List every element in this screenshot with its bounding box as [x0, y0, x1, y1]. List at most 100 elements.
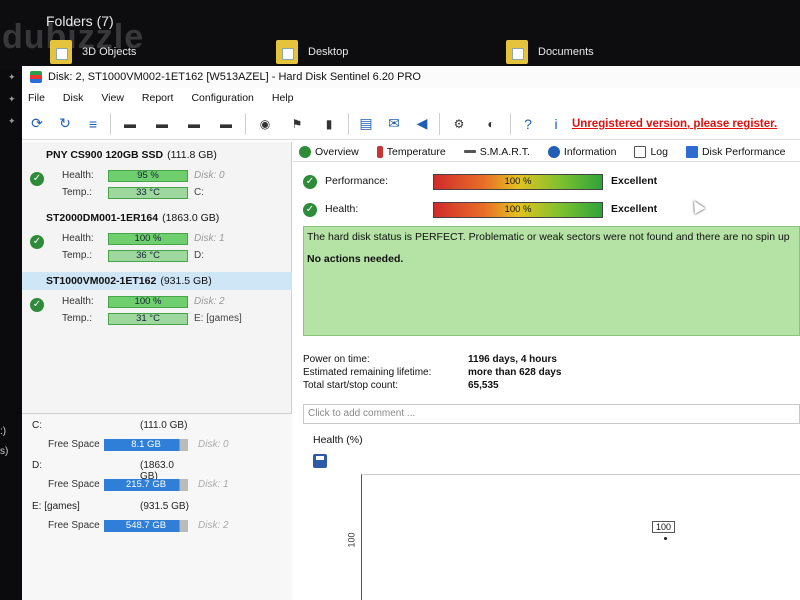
volume-free-row: Free Space 215.7 GB Disk: 1 — [22, 478, 292, 494]
disk-size: (1863.0 GB) — [162, 212, 220, 224]
drive-letter: E: [games] — [194, 313, 242, 324]
volume-free-row: Free Space 548.7 GB Disk: 2 — [22, 519, 292, 535]
lifetime-line: Estimated remaining lifetime: more than … — [303, 367, 561, 378]
volume-name: E: [games] — [32, 501, 80, 512]
graph-y-label: 100 — [346, 532, 357, 548]
menu-report[interactable]: Report — [142, 92, 174, 104]
tab-label: S.M.A.R.T. — [479, 145, 530, 158]
free-space-bar: 8.1 GB — [104, 439, 188, 451]
health-bar: 100 % — [108, 296, 188, 308]
save-icon[interactable] — [313, 454, 327, 468]
folder-documents[interactable]: Documents — [506, 40, 594, 64]
volume-list: C: (111.0 GB) Free Space 8.1 GB Disk: 0 … — [22, 413, 292, 600]
toolbar-separator — [510, 112, 511, 135]
drive-letter: C: — [194, 187, 204, 198]
temp-bar: 33 °C — [108, 187, 188, 199]
volume-header[interactable]: C: (111.0 GB) — [32, 420, 192, 431]
report-icon[interactable]: ▤ — [355, 113, 377, 135]
menu-file[interactable]: File — [28, 92, 45, 104]
drive-search-icon[interactable]: ▬ — [213, 113, 239, 135]
tab-label: Information — [563, 145, 617, 158]
check-icon — [299, 145, 311, 158]
disk-index: Disk: 0 — [194, 170, 225, 181]
megaphone-icon[interactable]: ◀ — [411, 113, 433, 135]
tab-smart[interactable]: S.M.A.R.T. — [458, 146, 530, 158]
health-metric: Health: 100 % Disk: 1 — [22, 231, 292, 247]
toolbar: ⟳ ↻ ≡ ▬ ▬ ▬ ▬ ◉ ⚑ ▮ ▤ ✉ ◀ ⚙ ◐ ? i Unregi… — [22, 108, 800, 140]
health-label: Health: — [62, 296, 94, 307]
tab-label: Temperature — [386, 145, 446, 158]
thermometer-icon — [376, 145, 383, 158]
volume-disk: Disk: 2 — [198, 520, 229, 531]
free-space-label: Free Space — [48, 520, 100, 531]
tab-log[interactable]: Log — [628, 145, 668, 158]
list-icon[interactable]: ≡ — [82, 113, 104, 135]
globe-icon[interactable]: ◉ — [252, 113, 278, 135]
volume-header[interactable]: D: (1863.0 GB) — [32, 460, 192, 482]
unregistered-link[interactable]: Unregistered version, please register. — [572, 118, 777, 130]
health-label: Health: — [62, 233, 94, 244]
pin-icon: ✦ — [8, 116, 16, 126]
drive-test-icon[interactable]: ▬ — [181, 113, 207, 135]
health-bar: 95 % — [108, 170, 188, 182]
volume-free-row: Free Space 8.1 GB Disk: 0 — [22, 438, 292, 454]
toolbar-separator — [110, 112, 111, 135]
graph-point — [664, 537, 667, 540]
health-bar: 100 % — [108, 233, 188, 245]
tab-disk-performance[interactable]: Disk Performance — [680, 145, 785, 158]
temp-label: Temp.: — [62, 187, 93, 198]
server-icon[interactable]: ▮ — [316, 113, 342, 135]
drive-letter: D: — [194, 250, 204, 261]
window-title: Disk: 2, ST1000VM002-1ET162 [W513AZEL] -… — [48, 71, 421, 83]
lifetime-value: more than 628 days — [468, 367, 562, 378]
temp-label: Temp.: — [62, 250, 93, 261]
network-icon[interactable]: ⚑ — [284, 113, 310, 135]
info-icon[interactable]: i — [545, 113, 567, 135]
folder-label: Documents — [538, 46, 594, 58]
disk-index: Disk: 1 — [194, 233, 225, 244]
drive-scan-icon[interactable]: ▬ — [149, 113, 175, 135]
menu-disk[interactable]: Disk — [63, 92, 83, 104]
explorer-background: dubizzle Folders (7) 3D Objects Desktop … — [0, 0, 800, 70]
disk-item-1[interactable]: ST2000DM001-1ER164 (1863.0 GB) ✓ Health:… — [22, 209, 292, 269]
drive-icon[interactable]: ▬ — [117, 113, 143, 135]
toolbar-separator — [245, 112, 246, 135]
gear-icon[interactable]: ⚙ — [446, 113, 472, 135]
graph-title: Health (%) — [313, 434, 363, 446]
menu-bar: File Disk View Report Configuration Help — [22, 88, 800, 108]
tab-overview[interactable]: Overview — [293, 145, 359, 158]
app-icon — [30, 71, 42, 83]
check-icon: ✓ — [303, 203, 317, 217]
volume-size: (111.0 GB) — [140, 420, 188, 431]
tab-information[interactable]: Information — [542, 145, 617, 158]
disk-model: ST2000DM001-1ER164 — [46, 212, 159, 224]
folder-3d-objects[interactable]: 3D Objects — [50, 40, 136, 64]
power-on-label: Power on time: — [303, 354, 370, 365]
free-space-bar: 548.7 GB — [104, 520, 188, 532]
folder-label: Desktop — [308, 46, 349, 58]
menu-help[interactable]: Help — [272, 92, 294, 104]
help-icon[interactable]: ? — [517, 113, 539, 135]
volume-header[interactable]: E: [games] (931.5 GB) — [32, 501, 192, 512]
refresh-icon[interactable]: ⟳ — [26, 113, 48, 135]
hds-window: Disk: 2, ST1000VM002-1ET162 [W513AZEL] -… — [22, 66, 800, 600]
tab-label: Log — [650, 145, 668, 158]
menu-view[interactable]: View — [101, 92, 124, 104]
disk-item-2[interactable]: ST1000VM002-1ET162 (931.5 GB) ✓ Health: … — [22, 272, 292, 332]
menu-configuration[interactable]: Configuration — [191, 92, 253, 104]
tab-temperature[interactable]: Temperature — [371, 145, 446, 158]
options-icon[interactable]: ◐ — [478, 113, 504, 135]
disk-item-0[interactable]: PNY CS900 120GB SSD (111.8 GB) ✓ Health:… — [22, 146, 292, 206]
mail-icon[interactable]: ✉ — [383, 113, 405, 135]
health-verdict: Excellent — [611, 203, 658, 215]
disk-size: (111.8 GB) — [167, 149, 217, 161]
volume-disk: Disk: 1 — [198, 479, 229, 490]
refresh-all-icon[interactable]: ↻ — [54, 113, 76, 135]
pin-icon: ✦ — [8, 94, 16, 104]
folder-desktop[interactable]: Desktop — [276, 40, 348, 64]
folder-icon — [276, 40, 298, 64]
health-metric: Health: 95 % Disk: 0 — [22, 168, 292, 184]
performance-label: Performance: — [325, 175, 389, 187]
comment-field[interactable]: Click to add comment ... — [303, 404, 800, 424]
free-space-bar: 215.7 GB — [104, 479, 188, 491]
